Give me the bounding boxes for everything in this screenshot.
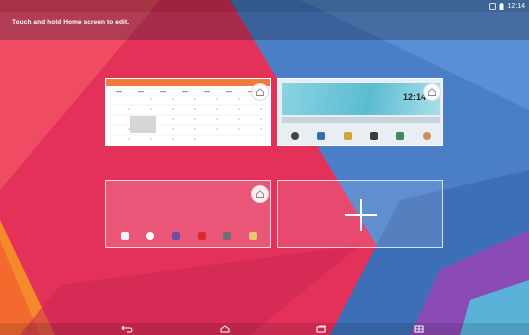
status-time: 12:14: [507, 2, 525, 10]
app-shortcuts-screen[interactable]: 12:14: [277, 78, 443, 146]
edit-hint-bar: Touch and hold Home screen to edit.: [0, 12, 529, 40]
battery-icon: [498, 2, 505, 10]
status-indicators: 12:14: [489, 1, 525, 11]
current-home-icon[interactable]: [251, 185, 269, 203]
camera-app-icon: [291, 131, 300, 140]
phone-app-icon: [317, 131, 326, 140]
music-app-icon: [172, 232, 181, 240]
video-app-icon: [197, 232, 206, 240]
set-home-icon[interactable]: [251, 83, 269, 101]
gallery-app-icon: [249, 232, 258, 240]
home-screen-preview[interactable]: [105, 180, 271, 248]
calendar-grid: [112, 91, 266, 140]
home-icon[interactable]: [218, 324, 232, 334]
file-manager-icon: [223, 232, 232, 240]
navigation-bar: [0, 323, 529, 335]
app-icon-row: [112, 231, 266, 241]
nfc-icon: [489, 2, 497, 10]
search-bar: [282, 117, 440, 123]
gallery-app-icon: [343, 131, 352, 140]
status-bar: 12:14: [0, 0, 529, 12]
back-icon[interactable]: [120, 324, 134, 334]
home-screen-edit-view: 12:14 Touch and hold Home screen to edit…: [0, 0, 529, 335]
memo-app-icon: [120, 232, 129, 240]
contacts-app-icon: [396, 131, 405, 140]
menu-icon[interactable]: [412, 324, 426, 334]
app-icon-row: [282, 124, 440, 145]
settings-app-icon: [422, 131, 431, 140]
clock-app-icon: [146, 232, 155, 240]
calendar-widget-screen[interactable]: [105, 78, 271, 146]
add-screen-panel[interactable]: [277, 180, 443, 248]
weather-clock-widget: 12:14: [282, 83, 440, 115]
set-home-icon[interactable]: [423, 83, 441, 101]
play-store-icon: [370, 131, 379, 140]
wallpaper: [0, 0, 529, 335]
recent-apps-icon[interactable]: [314, 324, 328, 334]
edit-hint-text: Touch and hold Home screen to edit.: [12, 19, 130, 26]
